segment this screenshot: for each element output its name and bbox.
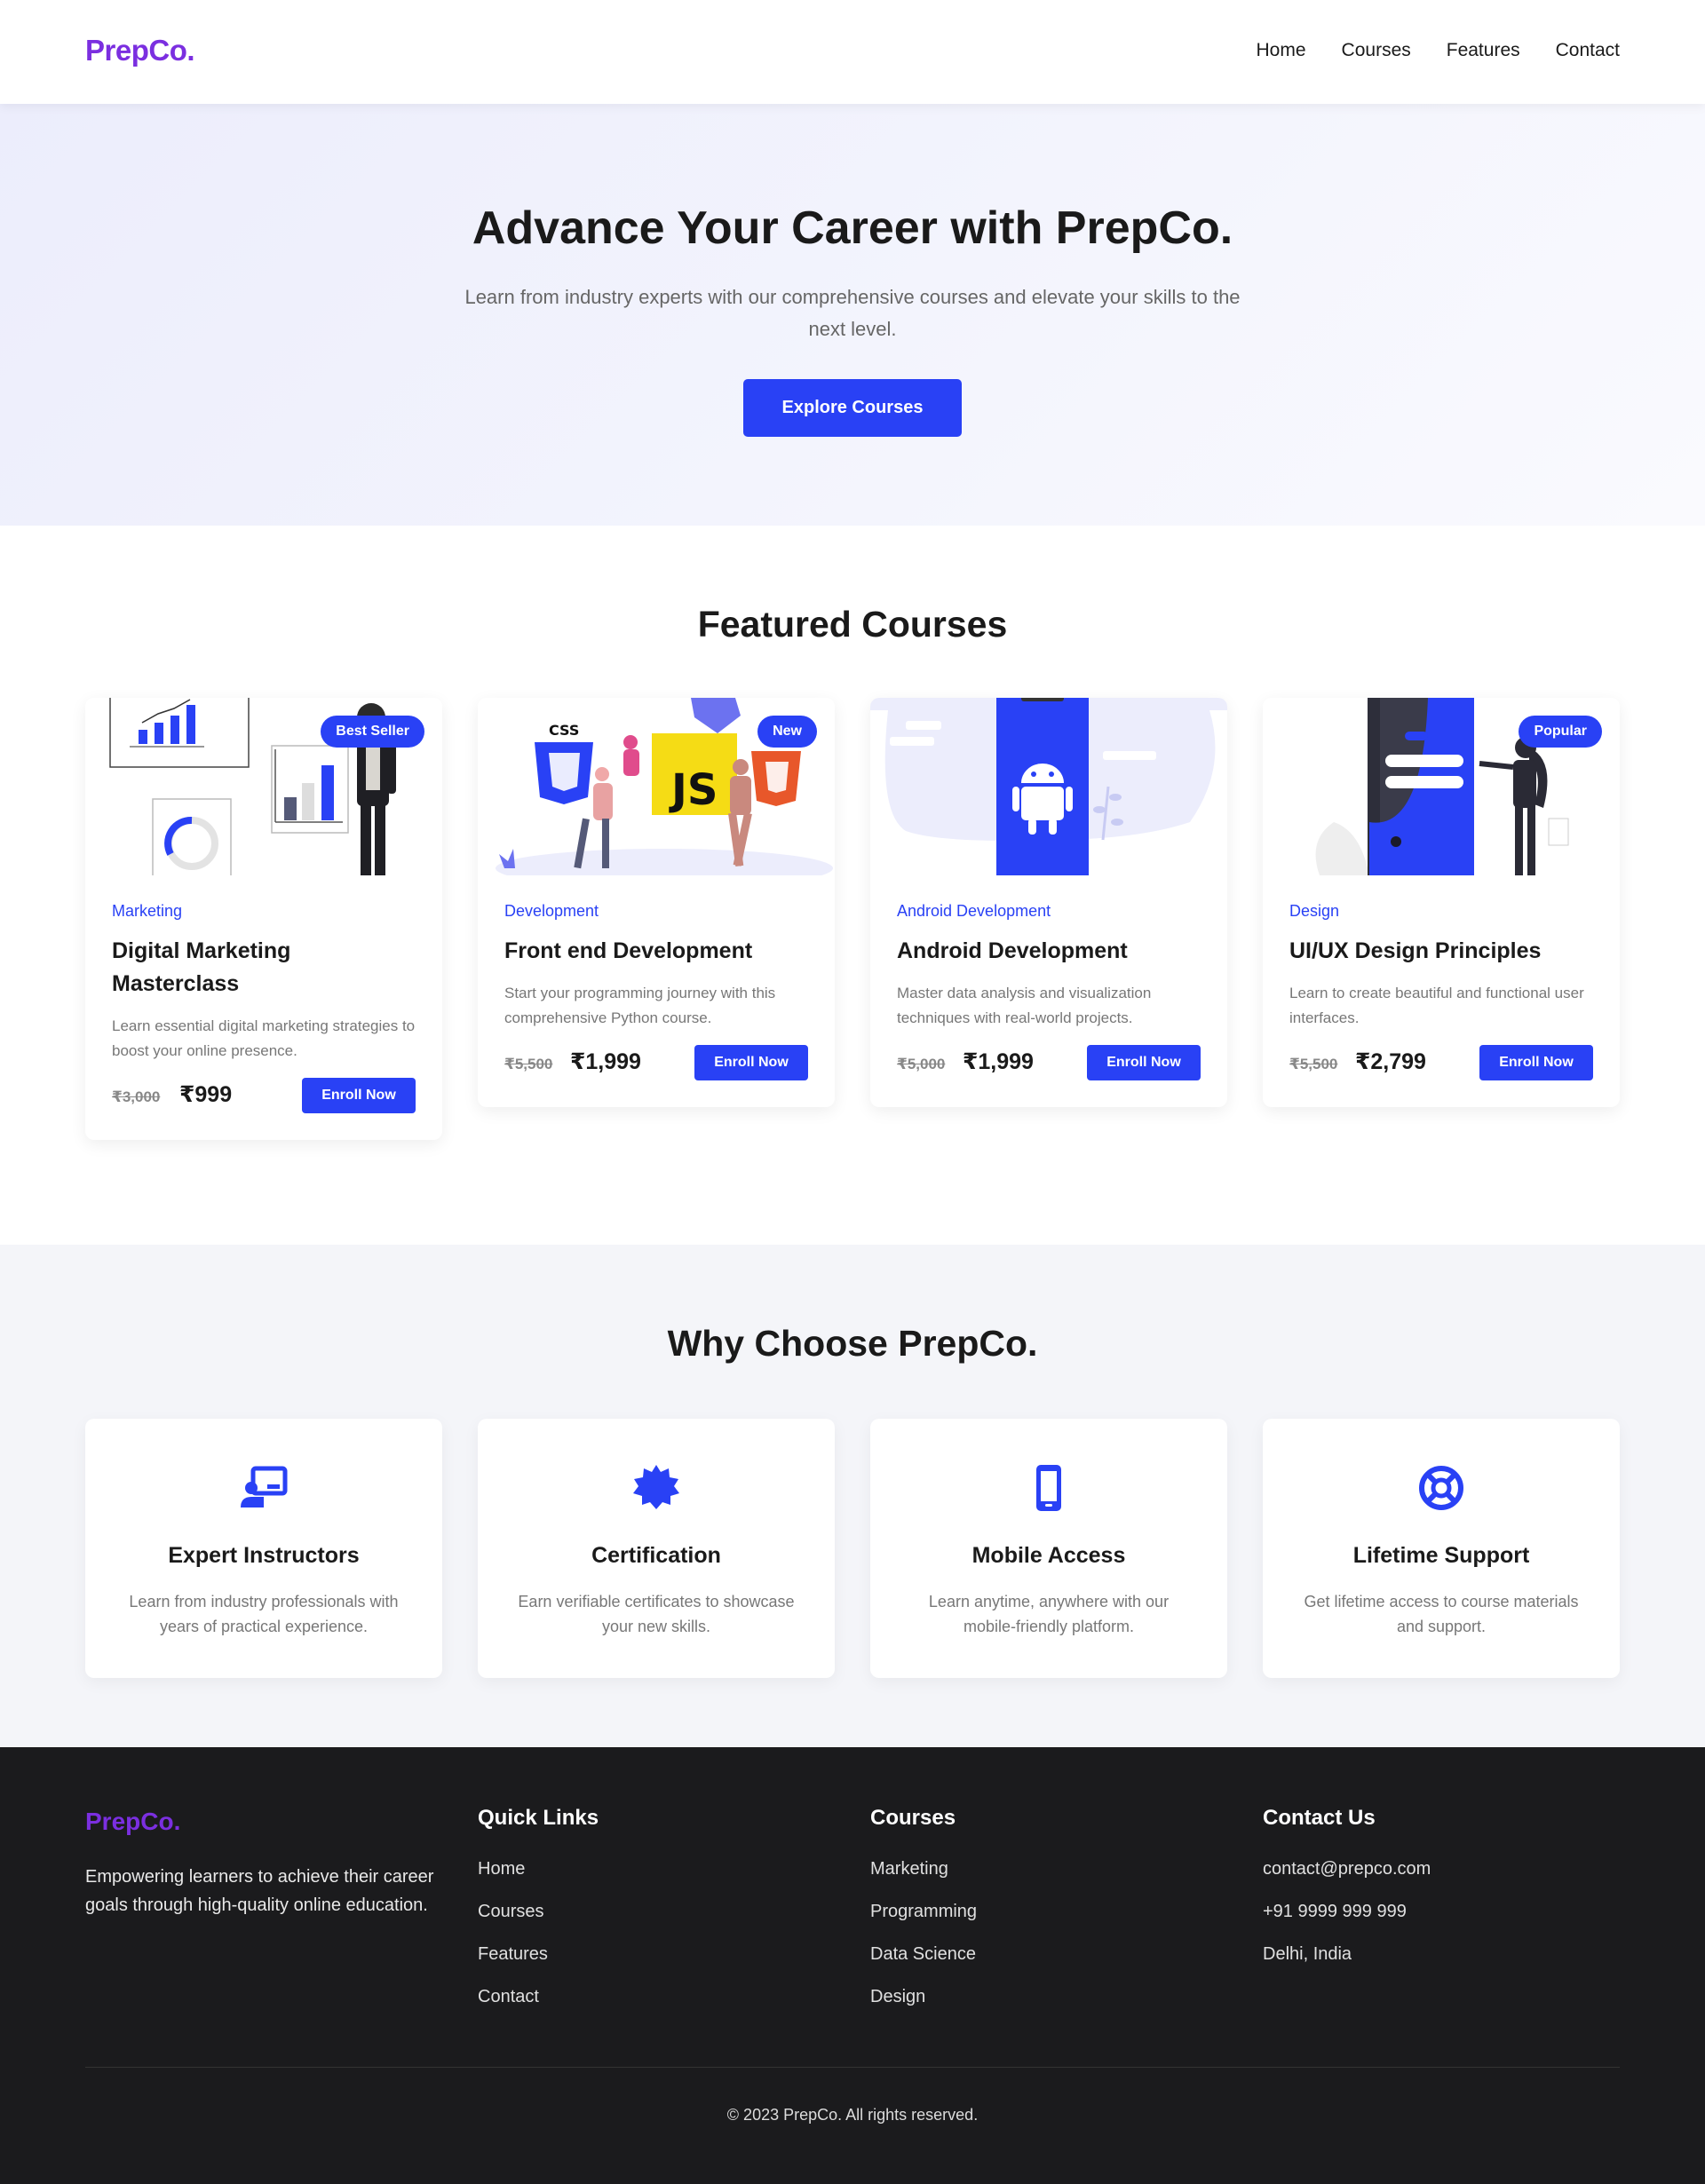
course-title: UI/UX Design Principles: [1289, 938, 1542, 963]
feature-card-support: Lifetime Support Get lifetime access to …: [1263, 1419, 1620, 1678]
feature-card-instructors: Expert Instructors Learn from industry p…: [85, 1419, 442, 1678]
course-card-design[interactable]: Popular Design UI/UX Design Principles L…: [1263, 698, 1620, 1107]
course-category: Development: [504, 902, 599, 920]
contact-email[interactable]: contact@prepco.com: [1263, 1857, 1431, 1880]
featured-courses-title: Featured Courses: [697, 604, 1008, 645]
course-price-row: ₹5,500 ₹1,999 Enroll Now: [504, 1045, 808, 1080]
footer-link-courses[interactable]: Courses: [478, 1900, 599, 1923]
nav-link-features[interactable]: Features: [1447, 40, 1520, 61]
footer-link-home[interactable]: Home: [478, 1857, 599, 1880]
certificate-icon: [633, 1465, 679, 1509]
contact-phone: +91 9999 999 999: [1263, 1902, 1407, 1921]
featured-courses-section: Featured Courses Best Seller Marketing D…: [0, 526, 1705, 1245]
feature-title: Mobile Access: [971, 1543, 1126, 1568]
footer-quick-links: Quick Links Home Courses Features Contac…: [478, 1806, 599, 2028]
course-price-row: ₹3,000 ₹999 Enroll Now: [112, 1078, 416, 1113]
course-title: Android Development: [897, 938, 1128, 963]
footer-logo[interactable]: PrepCo.: [85, 1808, 180, 1836]
nav-link-courses[interactable]: Courses: [1342, 40, 1411, 61]
feature-description: Get lifetime access to course materials …: [1304, 1593, 1579, 1635]
course-badge: New: [757, 716, 817, 748]
course-title: Front end Development: [504, 938, 753, 963]
footer-link-features[interactable]: Features: [478, 1943, 599, 1966]
course-description: Master data analysis and visualization t…: [897, 985, 1152, 1026]
hero-section: Advance Your Career with PrepCo. Learn f…: [0, 104, 1705, 526]
footer-link-contact[interactable]: Contact: [478, 1985, 599, 2008]
course-badge: Best Seller: [321, 716, 424, 748]
course-title: Digital Marketing Masterclass: [112, 938, 291, 996]
feature-title: Lifetime Support: [1352, 1543, 1530, 1568]
footer-link-marketing[interactable]: Marketing: [870, 1857, 977, 1880]
enroll-button[interactable]: Enroll Now: [1087, 1045, 1201, 1080]
copyright-text: © 2023 PrepCo. All rights reserved.: [726, 2106, 979, 2124]
course-price: ₹999: [179, 1082, 233, 1107]
footer-link-programming[interactable]: Programming: [870, 1900, 977, 1923]
top-navbar: PrepCo. Home Courses Features Contact: [0, 0, 1705, 104]
hero-title: Advance Your Career with PrepCo.: [472, 202, 1233, 254]
nav-links: Home Courses Features Contact: [1257, 40, 1620, 61]
course-illustration-android: [870, 698, 1227, 875]
nav-link-home[interactable]: Home: [1257, 40, 1306, 61]
site-footer: PrepCo. Empowering learners to achieve t…: [0, 1747, 1705, 2184]
mobile-icon: [1036, 1465, 1061, 1511]
feature-title: Expert Instructors: [168, 1543, 360, 1568]
footer-column-title: Contact Us: [1263, 1806, 1376, 1830]
course-old-price: ₹3,000: [112, 1088, 161, 1105]
css-label: CSS: [549, 722, 579, 739]
feature-title: Certification: [591, 1543, 721, 1568]
course-price: ₹1,999: [570, 1049, 641, 1074]
course-category: Android Development: [897, 902, 1051, 920]
footer-column-title: Quick Links: [478, 1806, 599, 1830]
feature-description: Learn from industry professionals with y…: [129, 1593, 399, 1635]
js-label: JS: [669, 765, 718, 815]
feature-card-mobile: Mobile Access Learn anytime, anywhere wi…: [870, 1419, 1227, 1678]
nav-link-contact[interactable]: Contact: [1556, 40, 1620, 61]
course-price-row: ₹5,000 ₹1,999 Enroll Now: [897, 1045, 1201, 1080]
why-choose-title: Why Choose PrepCo.: [667, 1323, 1038, 1364]
instructor-icon: [241, 1466, 288, 1507]
course-old-price: ₹5,500: [1289, 1056, 1338, 1072]
course-old-price: ₹5,000: [897, 1056, 946, 1072]
footer-courses: Courses Marketing Programming Data Scien…: [870, 1806, 977, 2028]
course-card-development[interactable]: CSS JS New Development Front end Develop…: [478, 698, 835, 1107]
course-category: Marketing: [112, 902, 183, 920]
footer-link-data-science[interactable]: Data Science: [870, 1943, 977, 1966]
feature-card-certification: Certification Earn verifiable certificat…: [478, 1419, 835, 1678]
why-choose-section: Why Choose PrepCo. Expert Instructors Le…: [0, 1245, 1705, 1747]
course-old-price: ₹5,500: [504, 1056, 553, 1072]
footer-about: Empowering learners to achieve their car…: [85, 1867, 434, 1915]
course-price: ₹1,999: [963, 1049, 1034, 1074]
feature-description: Learn anytime, anywhere with our mobile-…: [928, 1593, 1170, 1635]
course-card-marketing[interactable]: Best Seller Marketing Digital Marketing …: [85, 698, 442, 1140]
footer-column-title: Courses: [870, 1806, 956, 1830]
footer-link-design[interactable]: Design: [870, 1985, 977, 2008]
enroll-button[interactable]: Enroll Now: [694, 1045, 808, 1080]
course-category: Design: [1289, 902, 1340, 920]
course-price-row: ₹5,500 ₹2,799 Enroll Now: [1289, 1045, 1593, 1080]
course-illustration-design: Popular: [1263, 698, 1620, 875]
footer-contact: Contact Us contact@prepco.com +91 9999 9…: [1263, 1806, 1431, 1985]
course-price: ₹2,799: [1355, 1049, 1426, 1074]
brand-logo[interactable]: PrepCo.: [85, 34, 195, 67]
footer-divider: [85, 2067, 1620, 2068]
course-description: Learn essential digital marketing strate…: [112, 1017, 416, 1059]
course-card-android[interactable]: Android Development Android Development …: [870, 698, 1227, 1107]
course-illustration-development: CSS JS New: [478, 698, 835, 875]
enroll-button[interactable]: Enroll Now: [302, 1078, 416, 1113]
support-icon: [1419, 1466, 1463, 1510]
contact-address: Delhi, India: [1263, 1944, 1352, 1964]
course-description: Learn to create beautiful and functional…: [1289, 985, 1584, 1026]
explore-courses-button[interactable]: Explore Courses: [743, 379, 962, 437]
feature-description: Earn verifiable certificates to showcase…: [518, 1593, 795, 1635]
hero-subtitle: Learn from industry experts with our com…: [464, 286, 1241, 340]
course-description: Start your programming journey with this…: [504, 985, 776, 1026]
course-badge: Popular: [1519, 716, 1602, 748]
enroll-button[interactable]: Enroll Now: [1479, 1045, 1593, 1080]
course-illustration-marketing: Best Seller: [85, 698, 442, 875]
